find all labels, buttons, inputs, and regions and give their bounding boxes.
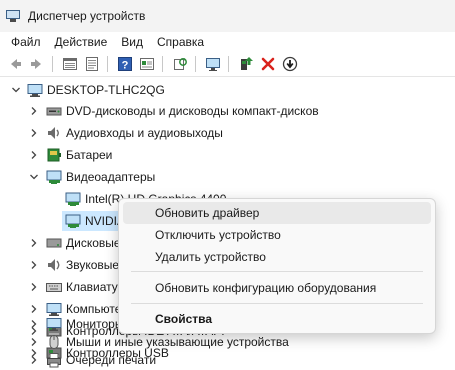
tree-category-batteries[interactable]: Батареи <box>0 144 455 166</box>
toolbar-separator <box>228 56 229 72</box>
properties-sheet-icon[interactable] <box>137 54 157 74</box>
battery-icon <box>46 147 62 163</box>
mouse-icon <box>46 334 62 350</box>
properties-icon[interactable] <box>60 54 80 74</box>
add-driver-icon[interactable] <box>236 54 256 74</box>
window-title: Диспетчер устройств <box>28 9 146 23</box>
monitor-icon[interactable] <box>203 54 223 74</box>
toolbar-separator <box>107 56 108 72</box>
display-adapter-icon <box>65 213 81 229</box>
computer-icon <box>27 82 43 98</box>
title-bar: Диспетчер устройств <box>0 0 455 32</box>
menu-properties[interactable]: Свойства <box>123 308 431 330</box>
expand-chevron-icon[interactable] <box>29 106 39 116</box>
collapse-chevron-icon[interactable] <box>11 85 21 95</box>
category-label: Очереди печати <box>66 353 157 367</box>
menu-action[interactable]: Действие <box>48 32 115 52</box>
display-adapter-icon <box>65 191 81 207</box>
refresh-icon[interactable] <box>170 54 190 74</box>
collapse-chevron-icon[interactable] <box>29 172 39 182</box>
disable-icon[interactable] <box>280 54 300 74</box>
menu-item-label: Свойства <box>155 312 213 326</box>
print-queue-icon <box>46 352 62 368</box>
toolbar-separator <box>162 56 163 72</box>
device-manager-icon <box>6 9 20 23</box>
menu-item-label: Обновить конфигурацию оборудования <box>155 281 377 295</box>
menu-view[interactable]: Вид <box>114 32 150 52</box>
dvd-drive-icon <box>46 103 62 119</box>
expand-chevron-icon[interactable] <box>29 260 39 270</box>
tree-category-display-adapters[interactable]: Видеоадаптеры <box>0 166 455 188</box>
toolbar: ? <box>0 52 455 77</box>
menu-separator <box>131 303 423 304</box>
display-adapter-icon <box>46 169 62 185</box>
category-label: Аудиовходы и аудиовыходы <box>66 126 223 140</box>
toolbar-separator <box>52 56 53 72</box>
svg-text:?: ? <box>122 60 129 72</box>
uninstall-icon[interactable] <box>258 54 278 74</box>
category-label: DVD-дисководы и дисководы компакт-дисков <box>66 104 319 118</box>
disk-drive-icon <box>46 235 62 251</box>
menu-scan-hardware[interactable]: Обновить конфигурацию оборудования <box>123 277 431 299</box>
expand-chevron-icon[interactable] <box>29 238 39 248</box>
show-hidden-icon[interactable] <box>82 54 102 74</box>
menu-separator <box>131 271 423 272</box>
menu-item-label: Удалить устройство <box>155 250 266 264</box>
context-menu: Обновить драйвер Отключить устройство Уд… <box>118 198 436 334</box>
category-label: Мониторы <box>66 317 124 331</box>
category-label: Видеоадаптеры <box>66 170 156 184</box>
expand-chevron-icon[interactable] <box>29 319 39 329</box>
toolbar-separator <box>195 56 196 72</box>
tree-category-print-queues[interactable]: Очереди печати <box>0 349 455 370</box>
menu-item-label: Отключить устройство <box>155 228 281 242</box>
expand-chevron-icon[interactable] <box>29 128 39 138</box>
menu-bar: Файл Действие Вид Справка <box>0 32 455 52</box>
tree-category-audio[interactable]: Аудиовходы и аудиовыходы <box>0 122 455 144</box>
expand-chevron-icon[interactable] <box>29 282 39 292</box>
forward-icon[interactable] <box>27 54 47 74</box>
menu-file[interactable]: Файл <box>0 32 48 52</box>
menu-item-label: Обновить драйвер <box>155 206 260 220</box>
expand-chevron-icon[interactable] <box>29 337 39 347</box>
tree-category-dvd[interactable]: DVD-дисководы и дисководы компакт-дисков <box>0 100 455 122</box>
computer-name: DESKTOP-TLHC2QG <box>47 83 165 97</box>
menu-uninstall-device[interactable]: Удалить устройство <box>123 246 431 268</box>
menu-disable-device[interactable]: Отключить устройство <box>123 224 431 246</box>
back-icon[interactable] <box>5 54 25 74</box>
sound-icon <box>46 257 62 273</box>
category-label: Мыши и иные указывающие устройства <box>66 335 289 349</box>
keyboard-icon <box>46 279 62 295</box>
help-icon[interactable]: ? <box>115 54 135 74</box>
menu-update-driver[interactable]: Обновить драйвер <box>123 202 431 224</box>
audio-io-icon <box>46 125 62 141</box>
expand-chevron-icon[interactable] <box>29 355 39 365</box>
menu-help[interactable]: Справка <box>150 32 211 52</box>
category-label: Батареи <box>66 148 113 162</box>
tree-root[interactable]: DESKTOP-TLHC2QG <box>0 79 455 101</box>
expand-chevron-icon[interactable] <box>29 150 39 160</box>
monitor-icon <box>46 316 62 332</box>
